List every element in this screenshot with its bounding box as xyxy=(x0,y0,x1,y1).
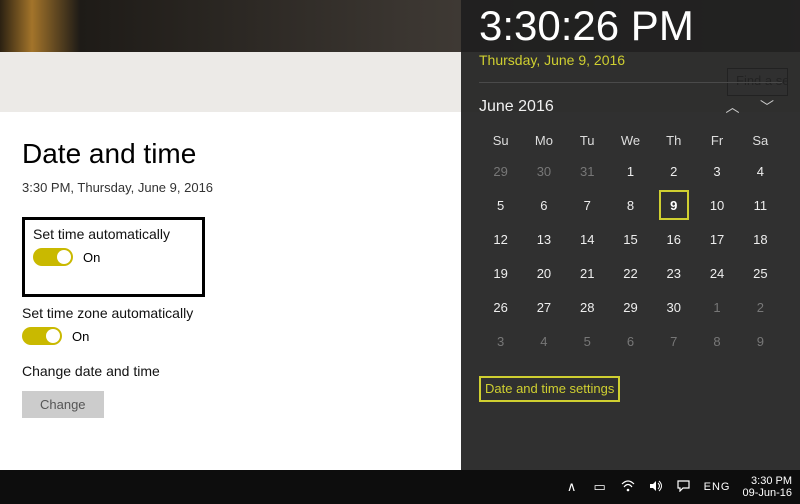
calendar-day[interactable]: 29 xyxy=(609,290,652,324)
calendar-day[interactable]: 19 xyxy=(479,256,522,290)
action-center-icon[interactable] xyxy=(676,480,692,495)
calendar-day[interactable]: 25 xyxy=(739,256,782,290)
taskbar-date: 09-Jun-16 xyxy=(742,487,792,499)
calendar-day[interactable]: 15 xyxy=(609,222,652,256)
set-time-auto-state: On xyxy=(83,250,100,265)
calendar-day[interactable]: 28 xyxy=(566,290,609,324)
calendar-day[interactable]: 24 xyxy=(695,256,738,290)
calendar-day[interactable]: 5 xyxy=(566,324,609,358)
calendar-day[interactable]: 3 xyxy=(479,324,522,358)
calendar-day[interactable]: 1 xyxy=(609,154,652,188)
calendar-grid: SuMoTuWeThFrSa 2930311234567891011121314… xyxy=(479,127,782,358)
calendar-day[interactable]: 6 xyxy=(609,324,652,358)
calendar-day[interactable]: 4 xyxy=(522,324,565,358)
calendar-day[interactable]: 7 xyxy=(652,324,695,358)
calendar-day[interactable]: 8 xyxy=(609,188,652,222)
taskbar-time: 3:30 PM xyxy=(742,475,792,487)
calendar-day[interactable]: 12 xyxy=(479,222,522,256)
calendar-dow: Sa xyxy=(739,127,782,154)
flyout-clock: 3:30:26 PM xyxy=(479,0,782,50)
calendar-day[interactable]: 9 xyxy=(739,324,782,358)
calendar-day[interactable]: 18 xyxy=(739,222,782,256)
calendar-day[interactable]: 17 xyxy=(695,222,738,256)
calendar-dow: Fr xyxy=(695,127,738,154)
wifi-icon[interactable] xyxy=(620,480,636,495)
language-indicator[interactable]: ENG xyxy=(704,481,731,493)
date-time-settings-link[interactable]: Date and time settings xyxy=(485,381,614,396)
calendar-day[interactable]: 30 xyxy=(652,290,695,324)
calendar-next-icon[interactable]: ﹀ xyxy=(752,95,782,119)
tray-overflow-icon[interactable]: ∧ xyxy=(564,479,580,495)
set-time-auto-label: Set time automatically xyxy=(33,226,170,242)
set-tz-auto-state: On xyxy=(72,329,89,344)
calendar-day[interactable]: 16 xyxy=(652,222,695,256)
calendar-dow: Th xyxy=(652,127,695,154)
calendar-dow: Tu xyxy=(566,127,609,154)
calendar-day[interactable]: 14 xyxy=(566,222,609,256)
calendar-day[interactable]: 3 xyxy=(695,154,738,188)
calendar-day[interactable]: 7 xyxy=(566,188,609,222)
set-tz-auto-toggle[interactable] xyxy=(22,327,62,345)
flyout-date: Thursday, June 9, 2016 xyxy=(479,52,782,83)
calendar-day[interactable]: 21 xyxy=(566,256,609,290)
calendar-prev-icon[interactable]: ︿ xyxy=(718,95,748,119)
calendar-day[interactable]: 6 xyxy=(522,188,565,222)
calendar-day[interactable]: 4 xyxy=(739,154,782,188)
taskbar[interactable]: ∧ ▭ ENG 3:30 PM 09-Jun-16 xyxy=(0,470,800,504)
calendar-dow: We xyxy=(609,127,652,154)
calendar-day[interactable]: 8 xyxy=(695,324,738,358)
calendar-day[interactable]: 10 xyxy=(695,188,738,222)
calendar-day[interactable]: 11 xyxy=(739,188,782,222)
calendar-day[interactable]: 1 xyxy=(695,290,738,324)
system-tray: ∧ ▭ ENG xyxy=(564,479,731,495)
volume-icon[interactable] xyxy=(648,480,664,495)
calendar-day-today[interactable]: 9 xyxy=(652,188,695,222)
taskbar-clock[interactable]: 3:30 PM 09-Jun-16 xyxy=(742,475,792,499)
battery-icon[interactable]: ▭ xyxy=(592,479,608,495)
calendar-day[interactable]: 2 xyxy=(652,154,695,188)
calendar-day[interactable]: 22 xyxy=(609,256,652,290)
calendar-day[interactable]: 29 xyxy=(479,154,522,188)
calendar-day[interactable]: 26 xyxy=(479,290,522,324)
calendar-dow: Mo xyxy=(522,127,565,154)
calendar-day[interactable]: 27 xyxy=(522,290,565,324)
calendar-day[interactable]: 2 xyxy=(739,290,782,324)
clock-calendar-flyout: 3:30:26 PM Thursday, June 9, 2016 June 2… xyxy=(461,0,800,470)
calendar-day[interactable]: 20 xyxy=(522,256,565,290)
calendar-day[interactable]: 5 xyxy=(479,188,522,222)
calendar-day[interactable]: 23 xyxy=(652,256,695,290)
calendar-day[interactable]: 30 xyxy=(522,154,565,188)
set-time-auto-toggle[interactable] xyxy=(33,248,73,266)
calendar-month-label[interactable]: June 2016 xyxy=(479,98,554,116)
calendar-dow: Su xyxy=(479,127,522,154)
highlight-date-time-settings-link: Date and time settings xyxy=(479,376,620,402)
calendar-day[interactable]: 31 xyxy=(566,154,609,188)
highlight-set-time-auto: Set time automatically On xyxy=(22,217,205,297)
change-button[interactable]: Change xyxy=(22,391,104,418)
calendar-day[interactable]: 13 xyxy=(522,222,565,256)
